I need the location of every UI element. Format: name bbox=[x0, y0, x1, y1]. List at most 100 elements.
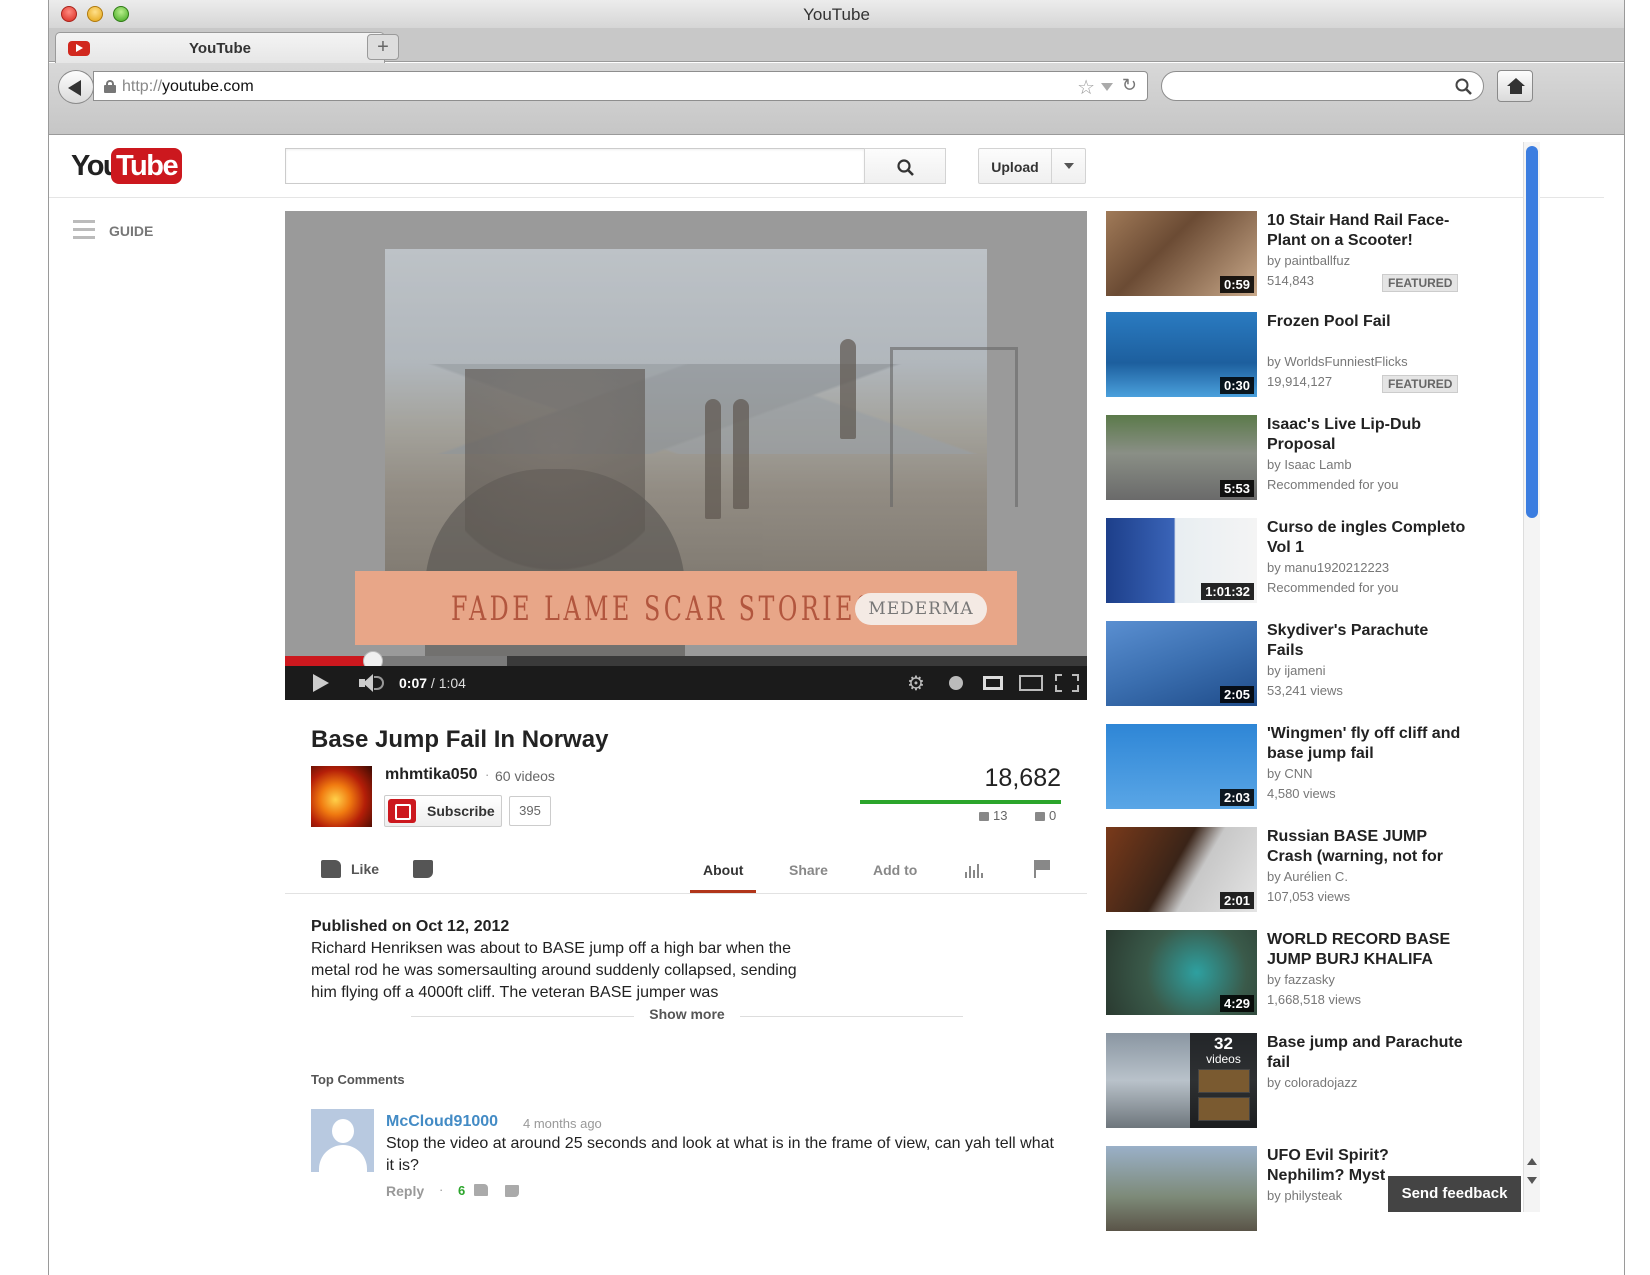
url-dropdown-icon[interactable] bbox=[1101, 83, 1113, 91]
related-video-item[interactable]: 1:01:32 Curso de ingles Completo Vol 1 b… bbox=[1106, 518, 1576, 608]
stats-icon[interactable] bbox=[965, 864, 983, 878]
flag-icon[interactable] bbox=[1034, 860, 1050, 878]
comment-thumbs-up-icon[interactable] bbox=[474, 1184, 488, 1196]
related-video-title[interactable]: Skydiver's Parachute Fails bbox=[1267, 621, 1467, 661]
tab-about[interactable]: About bbox=[703, 862, 743, 878]
related-video-meta: 514,843 bbox=[1267, 273, 1314, 288]
video-thumbnail[interactable]: 2:05 bbox=[1106, 621, 1257, 706]
bookmark-star-icon[interactable]: ☆ bbox=[1077, 75, 1095, 100]
related-video-item[interactable]: 5:53 Isaac's Live Lip-Dub Proposal by Is… bbox=[1106, 415, 1576, 505]
playlist-thumbnail[interactable]: 32 videos bbox=[1106, 1033, 1257, 1128]
upload-label: Upload bbox=[991, 159, 1039, 175]
youtube-search-button[interactable] bbox=[864, 148, 946, 184]
related-video-title[interactable]: Frozen Pool Fail bbox=[1267, 312, 1467, 332]
tab-share[interactable]: Share bbox=[789, 862, 828, 878]
channel-video-count[interactable]: 60 videos bbox=[495, 768, 555, 784]
channel-avatar[interactable] bbox=[311, 766, 372, 827]
progress-bar[interactable] bbox=[285, 651, 1087, 671]
comment-like-count: 6 bbox=[458, 1183, 466, 1198]
related-video-item[interactable]: 4:29 WORLD RECORD BASE JUMP BURJ KHALIFA… bbox=[1106, 930, 1576, 1020]
logo-tube: Tube bbox=[111, 148, 183, 184]
scroll-down-arrow-icon[interactable] bbox=[1527, 1177, 1537, 1184]
video-thumbnail[interactable]: 0:59 bbox=[1106, 211, 1257, 296]
youtube-page: You Tube Upload GUIDE FADE LAME SCAR STO… bbox=[49, 136, 1604, 1275]
ad-overlay[interactable]: FADE LAME SCAR STORIES. MEDERMA bbox=[355, 571, 1017, 645]
scroll-up-arrow-icon[interactable] bbox=[1527, 1158, 1537, 1165]
upload-button[interactable]: Upload bbox=[978, 148, 1086, 184]
lock-icon bbox=[104, 80, 116, 93]
browser-tab[interactable]: YouTube bbox=[55, 32, 385, 63]
related-video-meta: 53,241 views bbox=[1267, 683, 1343, 698]
upload-dropdown-icon[interactable] bbox=[1064, 163, 1074, 169]
reload-icon[interactable]: ↻ bbox=[1122, 75, 1137, 96]
related-video-item[interactable]: 2:03 'Wingmen' fly off cliff and base ju… bbox=[1106, 724, 1576, 814]
subscribe-button[interactable]: Subscribe bbox=[384, 795, 502, 827]
related-video-channel: by ijameni bbox=[1267, 663, 1326, 678]
tab-add-to[interactable]: Add to bbox=[873, 862, 917, 878]
video-thumbnail[interactable]: 2:01 bbox=[1106, 827, 1257, 912]
video-thumbnail[interactable]: 0:30 bbox=[1106, 312, 1257, 397]
related-video-channel: by coloradojazz bbox=[1267, 1075, 1358, 1090]
comments-heading: Top Comments bbox=[311, 1072, 405, 1087]
thumbs-up-icon bbox=[321, 860, 341, 878]
scrollbar-thumb[interactable] bbox=[1526, 146, 1538, 518]
large-player-icon[interactable] bbox=[1019, 675, 1043, 691]
related-video-item[interactable]: 0:30 Frozen Pool Fail by WorldsFunniestF… bbox=[1106, 312, 1576, 402]
watch-later-icon[interactable] bbox=[949, 676, 963, 690]
related-playlist-item[interactable]: 32 videos Base jump and Parachute fail b… bbox=[1106, 1033, 1576, 1129]
related-video-title[interactable]: Isaac's Live Lip-Dub Proposal bbox=[1267, 415, 1467, 455]
page-scrollbar[interactable] bbox=[1523, 142, 1540, 1212]
search-icon[interactable] bbox=[1455, 78, 1473, 96]
comment-separator: · bbox=[439, 1182, 444, 1197]
related-video-title[interactable]: Curso de ingles Completo Vol 1 bbox=[1267, 518, 1467, 558]
video-thumbnail[interactable]: 1:01:32 bbox=[1106, 518, 1257, 603]
comment-avatar[interactable] bbox=[311, 1109, 374, 1172]
related-video-item[interactable]: 0:59 10 Stair Hand Rail Face-Plant on a … bbox=[1106, 211, 1576, 301]
related-video-title[interactable]: WORLD RECORD BASE JUMP BURJ KHALIFA bbox=[1267, 930, 1467, 970]
url-bar[interactable]: http://youtube.com ☆ ↻ bbox=[93, 71, 1148, 101]
video-thumbnail[interactable] bbox=[1106, 1146, 1257, 1231]
comment-thumbs-down-icon[interactable] bbox=[505, 1185, 519, 1197]
settings-gear-icon[interactable]: ⚙ bbox=[907, 671, 925, 696]
related-video-title[interactable]: 10 Stair Hand Rail Face-Plant on a Scoot… bbox=[1267, 211, 1467, 251]
comment-text: Stop the video at around 25 seconds and … bbox=[386, 1135, 1054, 1174]
related-video-item[interactable]: 2:05 Skydiver's Parachute Fails by ijame… bbox=[1106, 621, 1576, 711]
related-video-title[interactable]: 'Wingmen' fly off cliff and base jump fa… bbox=[1267, 724, 1467, 764]
playlist-mini-thumb bbox=[1198, 1069, 1250, 1093]
related-video-item[interactable]: 2:01 Russian BASE JUMP Crash (warning, n… bbox=[1106, 827, 1576, 917]
related-video-title[interactable]: Base jump and Parachute fail bbox=[1267, 1033, 1467, 1073]
channel-separator: · bbox=[485, 767, 490, 782]
comment-author-link[interactable]: McCloud91000 bbox=[386, 1113, 498, 1131]
channel-name-link[interactable]: mhmtika050 bbox=[385, 766, 478, 784]
youtube-search-input[interactable] bbox=[285, 148, 865, 184]
duration-badge: 1:01:32 bbox=[1201, 583, 1254, 600]
dislike-button[interactable] bbox=[413, 860, 433, 878]
related-video-channel: by Aurélien C. bbox=[1267, 869, 1348, 884]
related-video-channel: by WorldsFunniestFlicks bbox=[1267, 354, 1408, 369]
home-button[interactable] bbox=[1497, 70, 1533, 102]
back-button[interactable] bbox=[58, 70, 94, 104]
video-thumbnail[interactable]: 5:53 bbox=[1106, 415, 1257, 500]
duration-badge: 2:03 bbox=[1219, 789, 1254, 806]
video-thumbnail[interactable]: 4:29 bbox=[1106, 930, 1257, 1015]
video-title: Base Jump Fail In Norway bbox=[311, 726, 609, 753]
thumbs-up-icon bbox=[979, 812, 989, 821]
volume-icon[interactable] bbox=[359, 674, 389, 692]
play-icon[interactable] bbox=[313, 674, 329, 692]
small-player-icon[interactable] bbox=[983, 676, 1003, 690]
browser-search-field[interactable] bbox=[1161, 71, 1484, 101]
send-feedback-button[interactable]: Send feedback bbox=[1388, 1176, 1521, 1212]
related-video-title[interactable]: Russian BASE JUMP Crash (warning, not fo… bbox=[1267, 827, 1467, 867]
active-tab-indicator bbox=[690, 890, 756, 893]
video-player[interactable]: FADE LAME SCAR STORIES. MEDERMA 0:07 / 1… bbox=[285, 211, 1087, 700]
fullscreen-icon[interactable] bbox=[1055, 674, 1079, 692]
menu-icon bbox=[73, 220, 95, 242]
related-video-channel: by philysteak bbox=[1267, 1188, 1343, 1203]
video-thumbnail[interactable]: 2:03 bbox=[1106, 724, 1257, 809]
show-more-button[interactable]: Show more bbox=[634, 1006, 740, 1022]
guide-button[interactable]: GUIDE bbox=[73, 218, 193, 244]
comment-time[interactable]: 4 months ago bbox=[523, 1116, 602, 1131]
new-tab-button[interactable]: + bbox=[367, 34, 399, 60]
comment-reply-button[interactable]: Reply bbox=[386, 1183, 424, 1199]
thumbs-down-icon bbox=[1035, 812, 1045, 821]
